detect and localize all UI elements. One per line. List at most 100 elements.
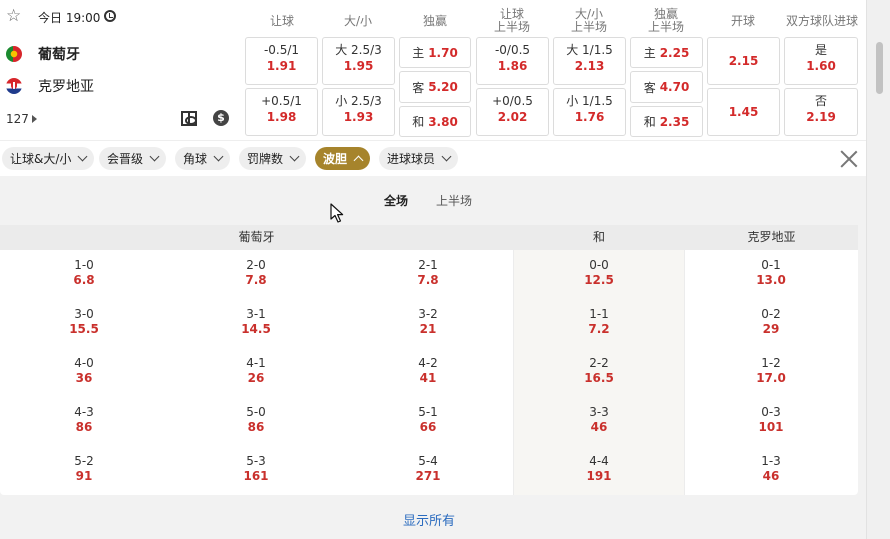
- score-label: 5-3: [246, 454, 266, 468]
- odds-label: 大 2.5/3: [335, 43, 382, 57]
- odds-value: 1.45: [728, 105, 759, 119]
- odds-label: 大 1/1.5: [566, 43, 613, 57]
- col-header-moneyline-1h: 独赢 上半场: [630, 4, 702, 38]
- odds-value: 1.98: [266, 110, 297, 124]
- odds-cell[interactable]: 否 2.19: [784, 88, 858, 136]
- score-odds: 14.5: [241, 322, 271, 336]
- odds-cell[interactable]: 大 2.5/3 1.95: [322, 37, 395, 85]
- score-odds-cell[interactable]: 4-4 191: [539, 454, 659, 484]
- score-odds-cell[interactable]: 4-1 26: [196, 356, 316, 386]
- score-odds-cell[interactable]: 3-1 14.5: [196, 307, 316, 337]
- score-label: 5-4: [418, 454, 438, 468]
- odds-label: -0/0.5: [494, 43, 531, 57]
- col-header-total-1h: 大/小 上半场: [553, 4, 625, 38]
- score-odds: 13.0: [756, 273, 786, 287]
- filter-corners[interactable]: 角球: [175, 147, 231, 170]
- show-all-link[interactable]: 显示所有: [0, 510, 858, 529]
- odds-label: 客: [412, 80, 425, 95]
- score-label: 1-0: [74, 258, 94, 272]
- score-odds-cell[interactable]: 3-2 21: [368, 307, 488, 337]
- odds-cell[interactable]: 主 1.70: [399, 37, 471, 68]
- odds-value: 4.70: [659, 80, 690, 94]
- odds-cell[interactable]: 1.45: [707, 88, 780, 136]
- filter-correct-score[interactable]: 波胆: [315, 147, 371, 170]
- odds-cell[interactable]: 大 1/1.5 2.13: [553, 37, 626, 85]
- score-label: 3-0: [74, 307, 94, 321]
- score-odds-cell[interactable]: 5-3 161: [196, 454, 316, 484]
- odds-cell[interactable]: 是 1.60: [784, 37, 858, 85]
- pitch-icon[interactable]: [181, 111, 197, 126]
- odds-value: 5.20: [428, 80, 458, 94]
- score-odds: 46: [762, 469, 780, 483]
- odds-cell[interactable]: 和 2.35: [630, 106, 703, 137]
- score-odds-cell[interactable]: 2-1 7.8: [368, 258, 488, 288]
- score-odds-cell[interactable]: 5-0 86: [196, 405, 316, 435]
- score-label: 0-0: [589, 258, 609, 272]
- page-scrollbar[interactable]: [866, 0, 890, 539]
- score-odds: 86: [247, 420, 265, 434]
- odds-cell[interactable]: 客 5.20: [399, 71, 471, 103]
- odds-cell[interactable]: 和 3.80: [399, 106, 471, 137]
- odds-label: 主: [643, 46, 656, 60]
- score-label: 0-2: [761, 307, 781, 321]
- filter-cards[interactable]: 罚牌数: [239, 147, 307, 170]
- favorite-star-icon[interactable]: ☆: [6, 7, 24, 25]
- portugal-flag-icon: [6, 46, 22, 62]
- score-label: 4-4: [589, 454, 609, 468]
- col-header-kickoff: 开球: [730, 13, 755, 28]
- score-odds-cell[interactable]: 3-3 46: [539, 405, 659, 435]
- score-odds-cell[interactable]: 4-0 36: [24, 356, 144, 386]
- score-odds-cell[interactable]: 1-2 17.0: [711, 356, 831, 386]
- score-odds: 15.5: [69, 322, 99, 336]
- score-label: 0-3: [761, 405, 781, 419]
- odds-cell[interactable]: 小 1/1.5 1.76: [553, 88, 626, 136]
- score-odds-cell[interactable]: 1-0 6.8: [24, 258, 144, 288]
- live-clock-icon: [104, 10, 116, 22]
- score-odds: 26: [247, 371, 265, 385]
- score-odds-cell[interactable]: 5-1 66: [368, 405, 488, 435]
- close-icon[interactable]: [838, 148, 860, 170]
- cashout-icon[interactable]: $: [213, 110, 229, 126]
- odds-value: 1.60: [806, 59, 836, 73]
- score-odds-cell[interactable]: 4-2 41: [368, 356, 488, 386]
- score-odds-cell[interactable]: 0-0 12.5: [539, 258, 659, 288]
- odds-cell[interactable]: 2.15: [707, 37, 780, 85]
- score-odds-cell[interactable]: 0-2 29: [711, 307, 831, 337]
- filter-handicap-total[interactable]: 让球&大/小: [2, 147, 95, 170]
- scrollbar-thumb[interactable]: [876, 42, 883, 94]
- odds-cell[interactable]: 客 4.70: [630, 71, 703, 103]
- more-markets-link[interactable]: 127: [6, 112, 37, 126]
- filter-goalscorer[interactable]: 进球球员: [379, 147, 459, 170]
- odds-value: 2.15: [728, 54, 759, 68]
- odds-value: 3.80: [428, 114, 458, 129]
- odds-cell[interactable]: +0/0.5 2.02: [476, 88, 549, 136]
- odds-cell[interactable]: 主 2.25: [630, 37, 703, 68]
- home-team: 葡萄牙: [6, 44, 80, 64]
- odds-cell[interactable]: +0.5/1 1.98: [245, 88, 318, 136]
- score-odds-cell[interactable]: 3-0 15.5: [24, 307, 144, 337]
- score-odds-cell[interactable]: 2-0 7.8: [196, 258, 316, 288]
- score-odds-cell[interactable]: 5-2 91: [24, 454, 144, 484]
- odds-value: 2.02: [497, 110, 528, 124]
- col-header-text: 独赢 上半场: [647, 7, 684, 34]
- score-odds-cell[interactable]: 0-3 101: [711, 405, 831, 435]
- score-odds-cell[interactable]: 4-3 86: [24, 405, 144, 435]
- tab-full-time[interactable]: 全场: [384, 192, 408, 209]
- odds-cell[interactable]: 小 2.5/3 1.93: [322, 88, 395, 136]
- filter-qualify[interactable]: 会晋级: [99, 147, 167, 170]
- tab-first-half[interactable]: 上半场: [436, 192, 472, 209]
- filter-label: 会晋级: [107, 152, 144, 166]
- away-column-header: 克罗地亚: [747, 230, 796, 244]
- score-odds-cell[interactable]: 0-1 13.0: [711, 258, 831, 288]
- odds-cell[interactable]: -0.5/1 1.91: [245, 37, 318, 85]
- odds-value: 2.25: [659, 45, 690, 60]
- filter-label: 角球: [183, 152, 208, 166]
- score-odds: 7.2: [588, 322, 610, 336]
- score-odds-cell[interactable]: 5-4 271: [368, 454, 488, 484]
- score-odds-cell[interactable]: 2-2 16.5: [539, 356, 659, 386]
- odds-cell[interactable]: -0/0.5 1.86: [476, 37, 549, 85]
- odds-label: 和: [412, 115, 425, 129]
- score-odds-cell[interactable]: 1-3 46: [711, 454, 831, 484]
- score-label: 0-1: [761, 258, 781, 272]
- score-odds-cell[interactable]: 1-1 7.2: [539, 307, 659, 337]
